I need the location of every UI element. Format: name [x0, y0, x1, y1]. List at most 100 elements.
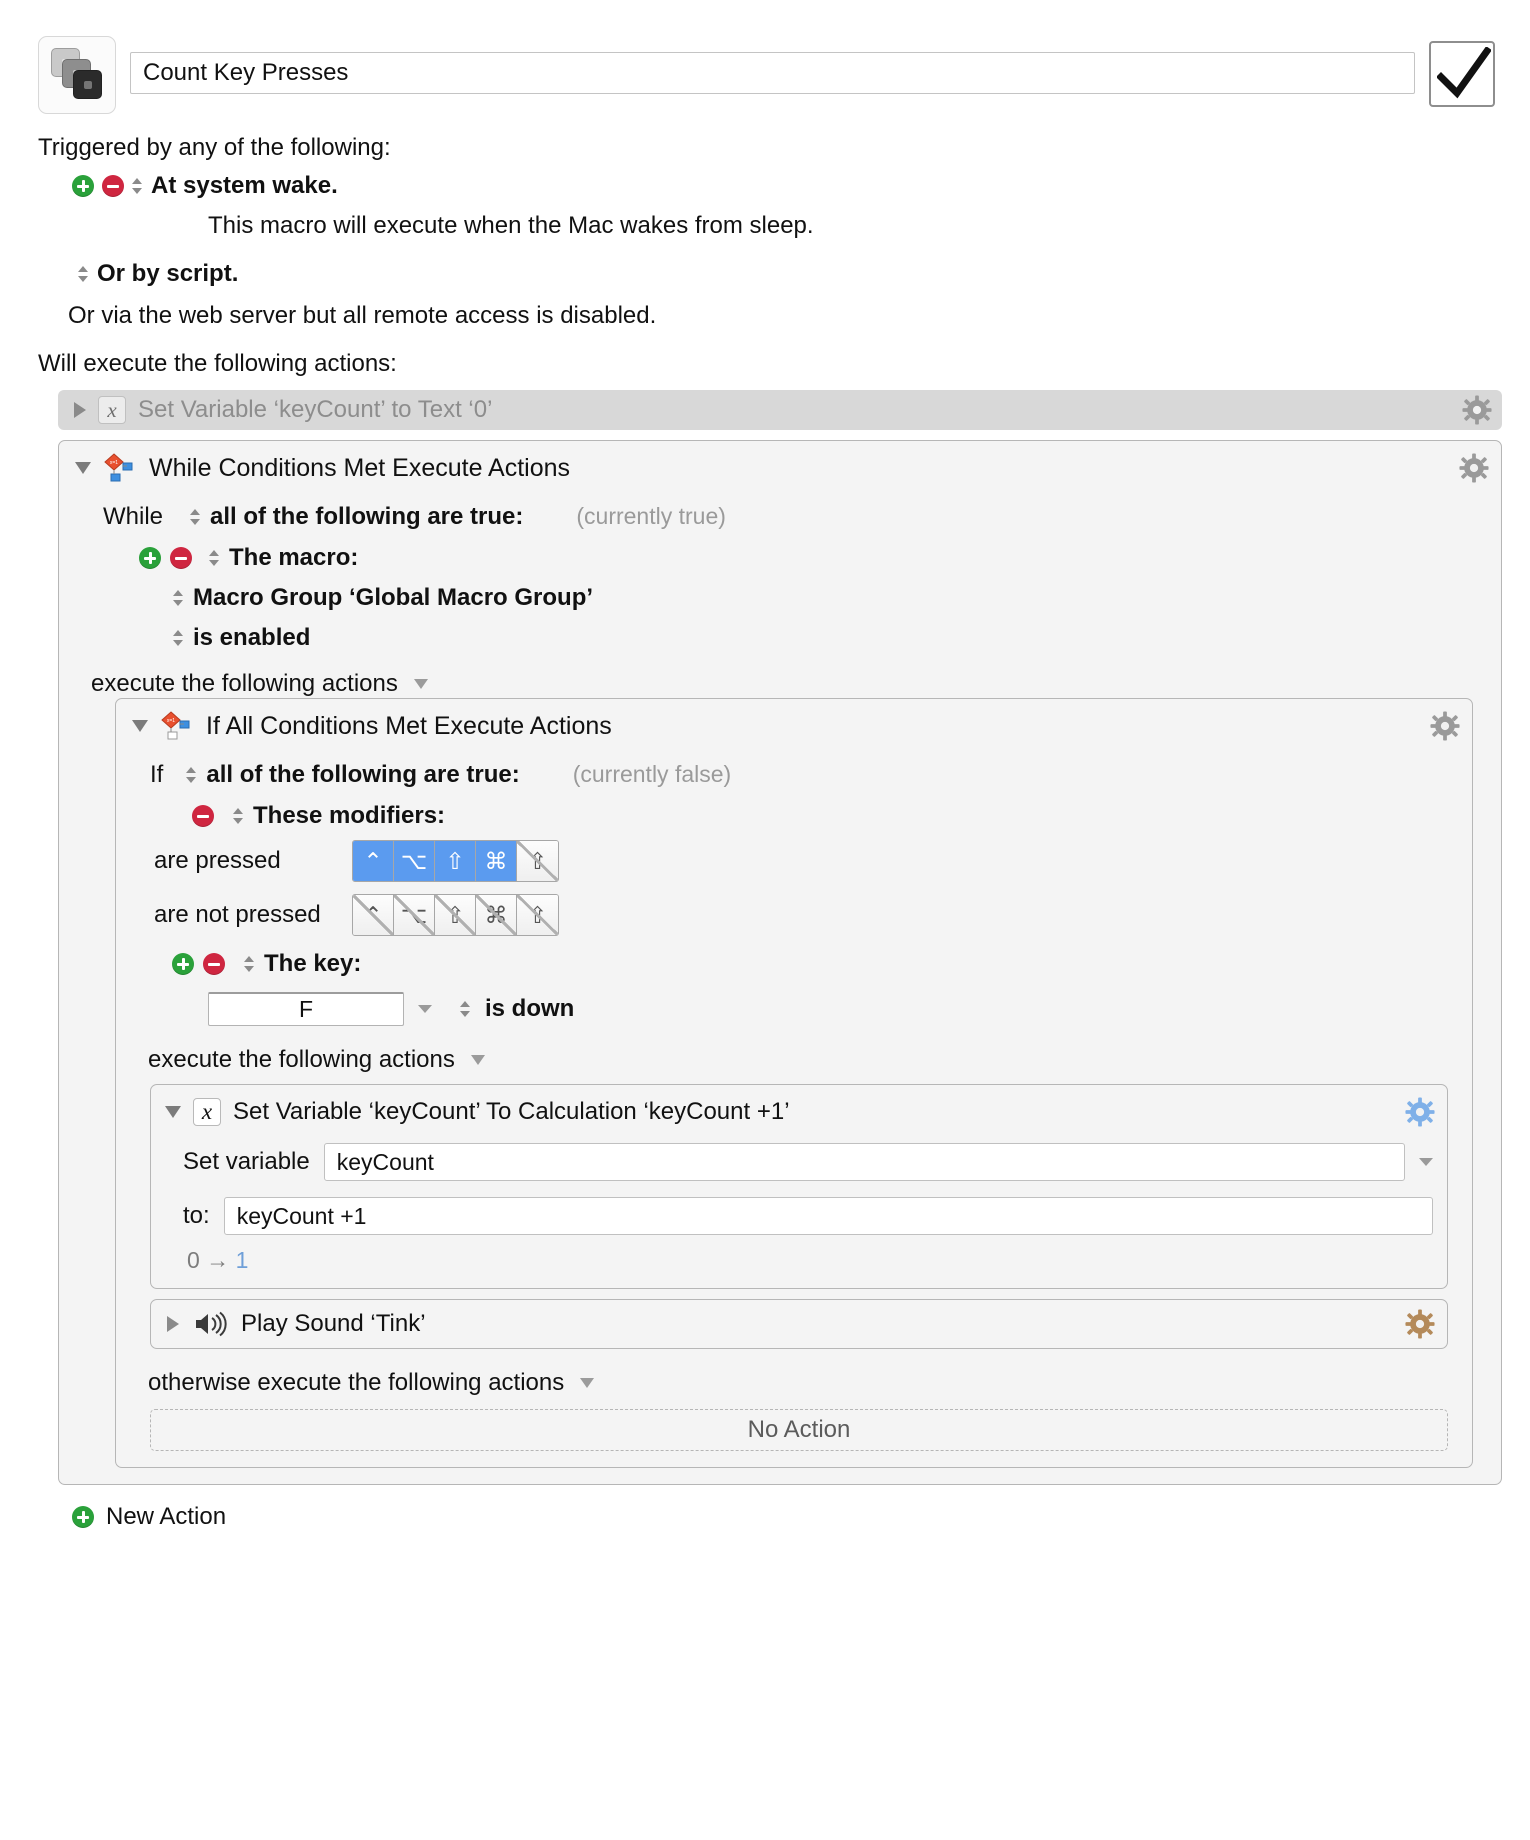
add-new-action-button[interactable] [72, 1506, 94, 1528]
expression-input[interactable]: keyCount +1 [223, 1197, 1433, 1235]
macro-group-stepper[interactable] [173, 587, 184, 609]
modifier-option-button[interactable]: ⌥ [394, 841, 435, 881]
action-while-conditions: x=1 While Conditions Met Execute Actions [58, 440, 1502, 1485]
action-set-variable-text[interactable]: x Set Variable ‘keyCount’ to Text ‘0’ [58, 390, 1502, 430]
no-action-placeholder[interactable]: No Action [150, 1409, 1448, 1451]
trigger-row-system-wake[interactable]: At system wake. [0, 174, 1530, 198]
if-condition-key[interactable]: The key: [116, 952, 1452, 976]
play-sound-title: Play Sound ‘Tink’ [241, 1310, 426, 1337]
macro-enabled-checkbox[interactable] [1429, 41, 1495, 107]
disclosure-triangle-icon[interactable] [132, 720, 148, 732]
if-otherwise-row[interactable]: otherwise execute the following actions [116, 1369, 1452, 1397]
trigger-type-stepper-script[interactable] [78, 263, 89, 285]
while-exec-label: execute the following actions [91, 670, 398, 697]
checkmark-icon [1437, 47, 1491, 99]
new-action-label: New Action [106, 1503, 227, 1530]
if-header[interactable]: x=1 If All Conditions Met Execute Action… [116, 699, 1472, 745]
while-match-stepper[interactable] [190, 506, 201, 528]
actions-list: x Set Variable ‘keyCount’ to Text ‘0’ x=… [0, 390, 1530, 1485]
svg-text:x=1: x=1 [110, 460, 118, 466]
gear-icon[interactable] [1462, 395, 1492, 425]
while-title: While Conditions Met Execute Actions [149, 453, 571, 482]
condition-type-stepper[interactable] [233, 805, 244, 827]
stacked-keys-icon [38, 36, 116, 114]
if-exec-label: execute the following actions [148, 1046, 455, 1073]
variable-name-input[interactable]: keyCount [323, 1143, 1405, 1181]
modifier-control-button-off[interactable]: ⌃ [353, 895, 394, 935]
while-exec-row[interactable]: execute the following actions [81, 670, 1485, 698]
to-label: to: [183, 1202, 210, 1229]
gear-icon[interactable] [1405, 1309, 1435, 1339]
fn-icon: ⇧ [527, 847, 548, 874]
condition-type-stepper[interactable] [209, 547, 220, 569]
while-match-mode: all of the following are true: [210, 502, 524, 530]
set-variable-name-row: Set variable keyCount [151, 1143, 1447, 1181]
condition-type-stepper[interactable] [244, 953, 255, 975]
remove-trigger-button[interactable] [102, 175, 124, 197]
add-condition-button[interactable] [172, 953, 194, 975]
enabled-state-stepper[interactable] [173, 627, 184, 649]
command-icon: ⌘ [484, 901, 508, 928]
if-match-row[interactable]: If all of the following are true: (curre… [116, 761, 1452, 788]
modifier-shift-button-off[interactable]: ⇧ [435, 895, 476, 935]
key-state-stepper[interactable] [460, 998, 471, 1020]
speaker-icon [196, 1311, 227, 1337]
if-exec-row[interactable]: execute the following actions [116, 1046, 1452, 1074]
no-action-label: No Action [747, 1416, 851, 1443]
modifier-fn-button-off[interactable]: ⇧ [517, 895, 558, 935]
gear-icon[interactable] [1430, 711, 1460, 741]
chevron-down-icon[interactable] [413, 679, 428, 689]
remove-condition-button[interactable] [170, 547, 192, 569]
modifier-command-button[interactable]: ⌘ [476, 841, 517, 881]
modifiers-not-pressed-row: are not pressed ⌃ ⌥ ⇧ ⌘ ⇧ [116, 894, 1452, 936]
key-input[interactable]: F [208, 992, 404, 1026]
fn-icon: ⇧ [527, 901, 548, 928]
if-body: If all of the following are true: (curre… [116, 761, 1472, 1451]
modifier-control-button[interactable]: ⌃ [353, 841, 394, 881]
disclosure-triangle-icon[interactable] [75, 462, 91, 474]
while-condition-macro-group[interactable]: Macro Group ‘Global Macro Group’ [81, 586, 1485, 610]
modifiers-pressed-label: are pressed [154, 847, 281, 874]
chevron-down-icon[interactable] [418, 1005, 432, 1013]
modifier-fn-button[interactable]: ⇧ [517, 841, 558, 881]
modifiers-pressed-row: are pressed ⌃ ⌥ ⇧ ⌘ ⇧ [116, 840, 1452, 882]
set-variable-label: Set variable [183, 1148, 310, 1175]
remove-condition-button[interactable] [192, 805, 214, 827]
disclosure-triangle-icon[interactable] [165, 1106, 181, 1118]
modifier-option-button-off[interactable]: ⌥ [394, 895, 435, 935]
trigger-row-script[interactable]: Or by script. [0, 262, 1530, 286]
disclosure-triangle-icon[interactable] [74, 402, 86, 418]
remove-condition-button[interactable] [203, 953, 225, 975]
gear-icon[interactable] [1459, 453, 1489, 483]
modifier-command-button-off[interactable]: ⌘ [476, 895, 517, 935]
condition-label: The macro: [229, 544, 359, 571]
while-match-row[interactable]: While all of the following are true: (cu… [81, 503, 1485, 530]
add-condition-button[interactable] [139, 547, 161, 569]
add-trigger-button[interactable] [72, 175, 94, 197]
variable-x-icon: x [98, 396, 126, 424]
action-play-sound[interactable]: Play Sound ‘Tink’ [150, 1299, 1448, 1349]
modifier-shift-button[interactable]: ⇧ [435, 841, 476, 881]
chevron-down-icon[interactable] [1419, 1158, 1433, 1166]
gear-icon[interactable] [1405, 1097, 1435, 1127]
chevron-down-icon[interactable] [580, 1378, 595, 1388]
new-action-row[interactable]: New Action [0, 1485, 1530, 1531]
if-condition-modifiers[interactable]: These modifiers: [116, 804, 1452, 828]
trigger-type-stepper[interactable] [132, 175, 143, 197]
disclosure-triangle-icon[interactable] [167, 1316, 179, 1332]
while-condition-macro[interactable]: The macro: [81, 546, 1485, 570]
variable-name-value: keyCount [336, 1148, 434, 1175]
modifiers-pressed-group[interactable]: ⌃ ⌥ ⇧ ⌘ ⇧ [352, 840, 559, 882]
while-header[interactable]: x=1 While Conditions Met Execute Actions [59, 441, 1501, 487]
shift-icon: ⇧ [445, 847, 465, 874]
if-match-stepper[interactable] [186, 764, 197, 786]
modifiers-not-pressed-group[interactable]: ⌃ ⌥ ⇧ ⌘ ⇧ [352, 894, 559, 936]
macro-name-input[interactable]: Count Key Presses [130, 52, 1415, 94]
set-variable-header[interactable]: x Set Variable ‘keyCount’ To Calculation… [151, 1085, 1447, 1127]
key-condition-label: The key: [264, 950, 362, 977]
set-variable-expression-row: to: keyCount +1 [151, 1197, 1447, 1235]
chevron-down-icon[interactable] [470, 1055, 485, 1065]
option-icon: ⌥ [400, 901, 428, 928]
while-condition-enabled[interactable]: is enabled [81, 626, 1485, 650]
control-icon: ⌃ [363, 901, 383, 928]
